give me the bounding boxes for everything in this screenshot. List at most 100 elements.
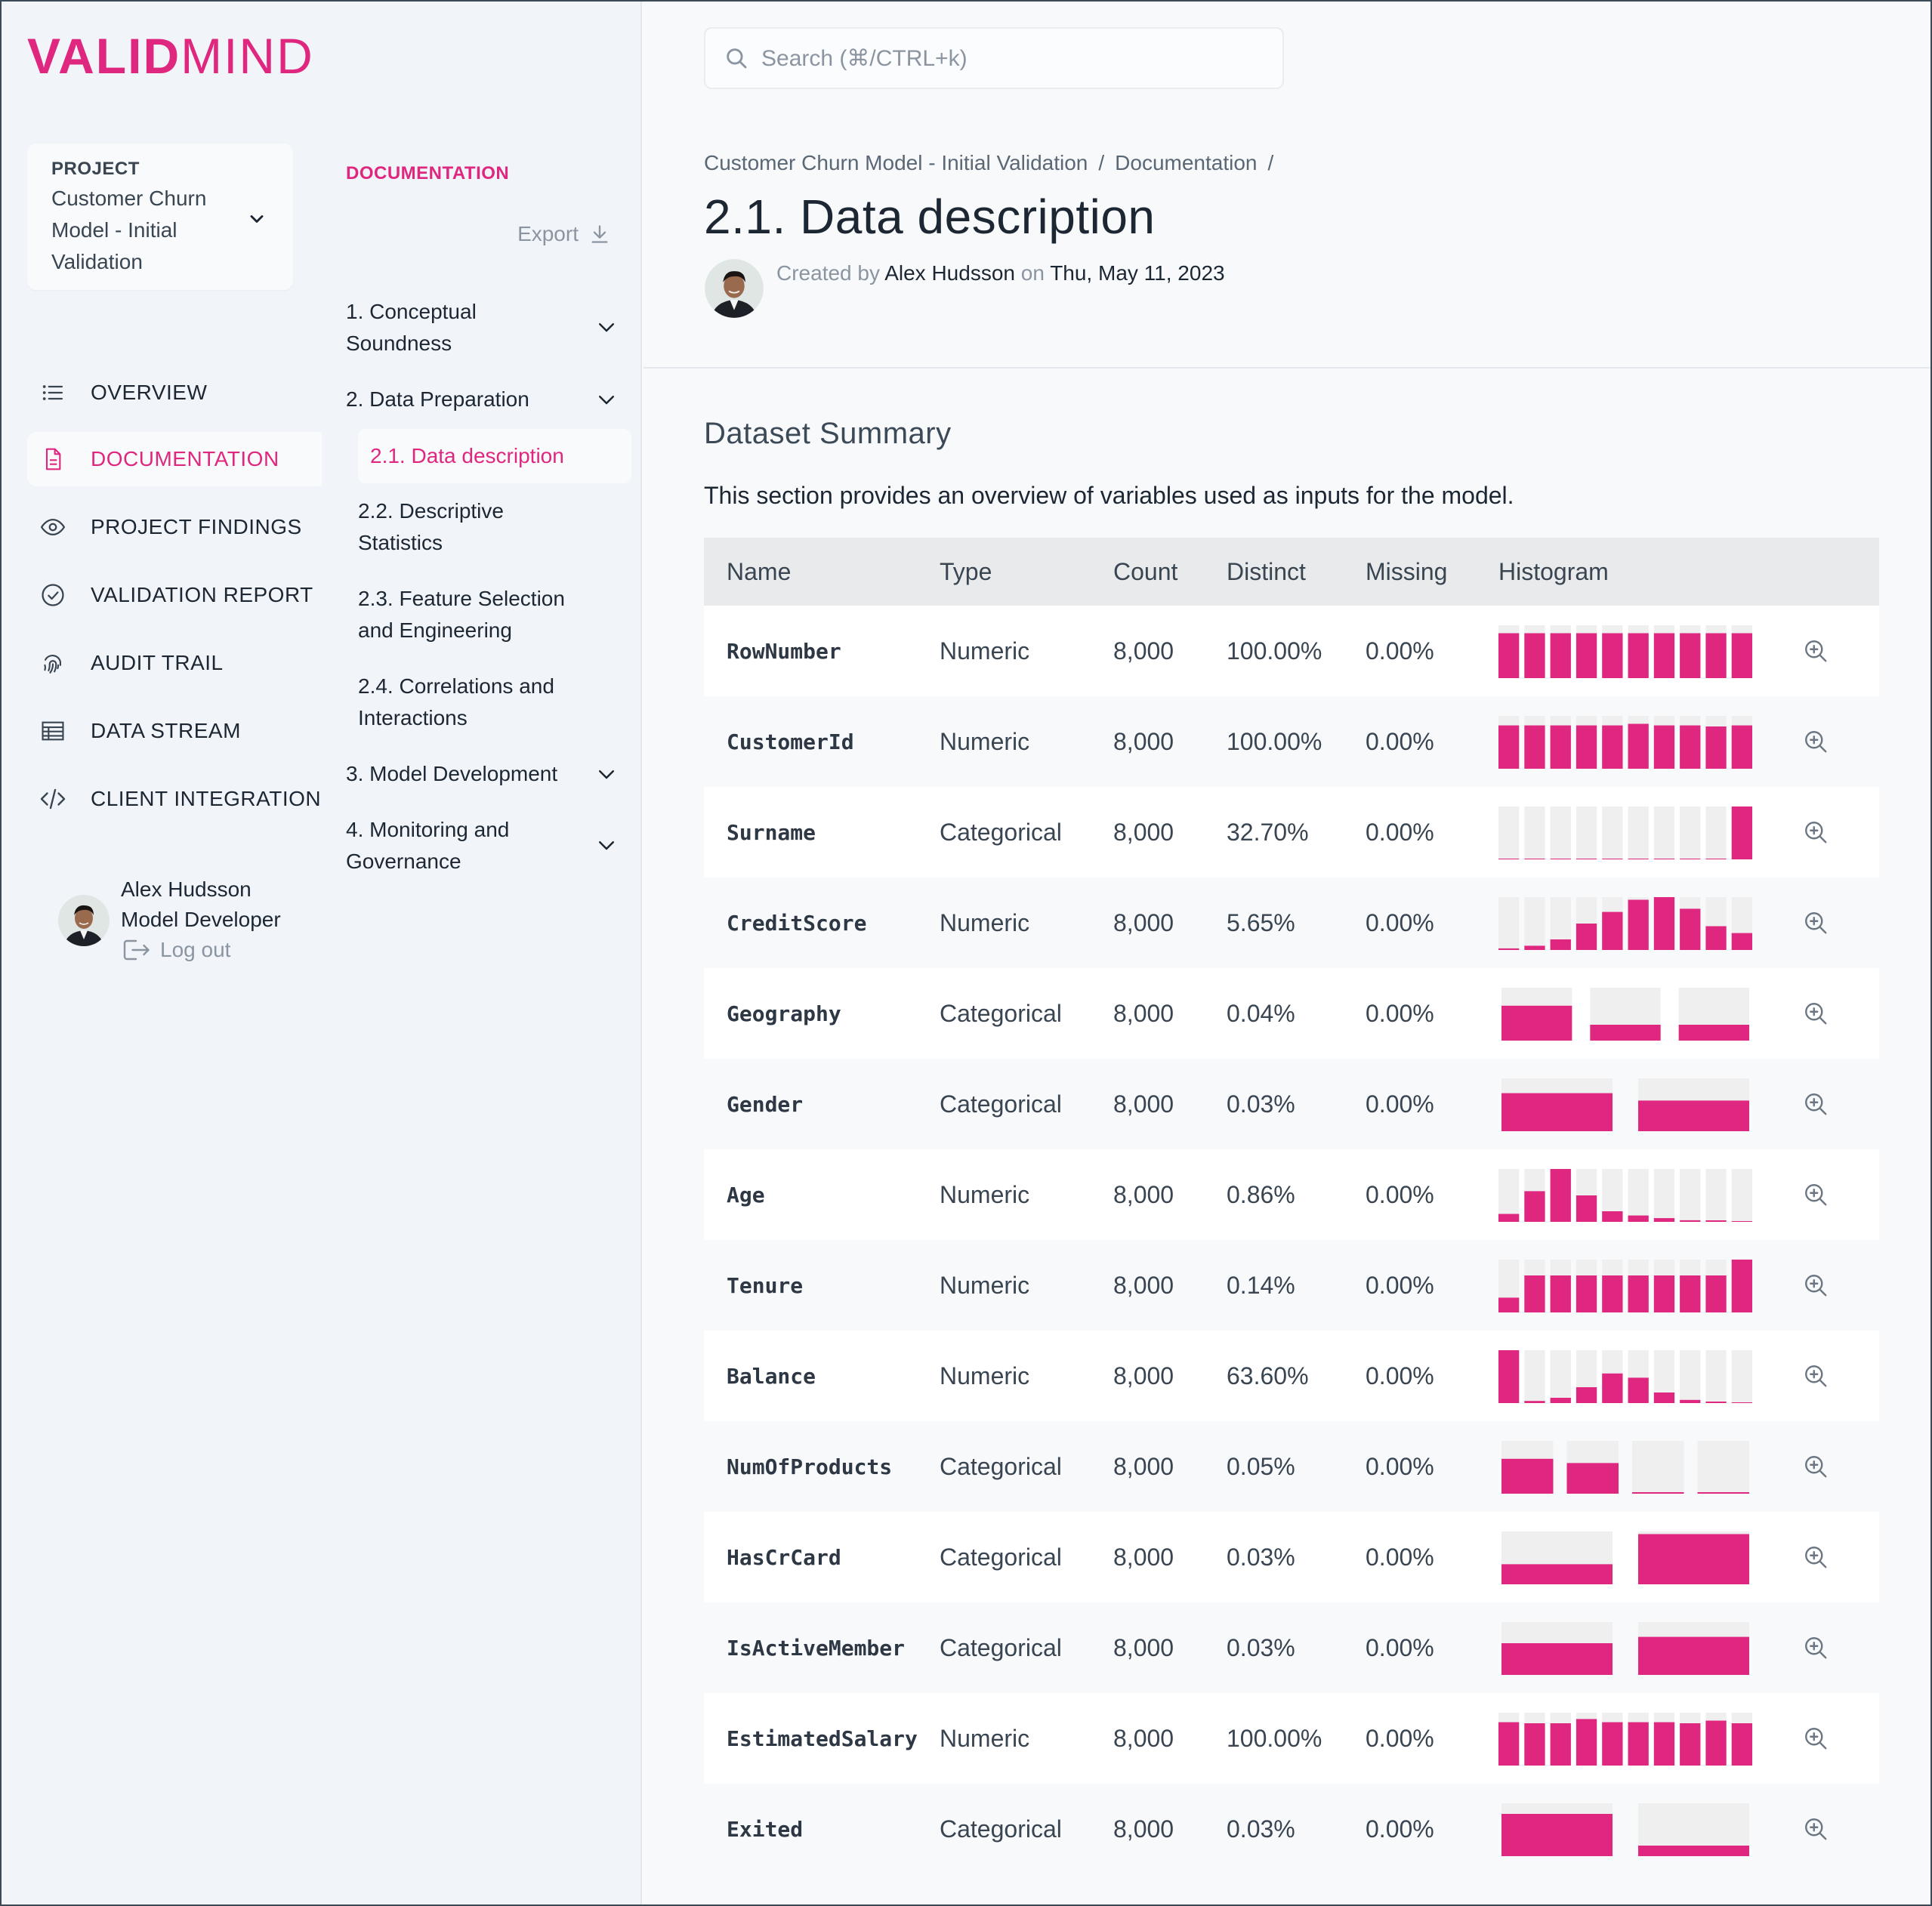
histogram-bar[interactable] xyxy=(1638,1846,1749,1856)
histogram-bar[interactable] xyxy=(1628,1275,1649,1312)
histogram-bar[interactable] xyxy=(1524,945,1545,950)
histogram-bar[interactable] xyxy=(1680,1399,1701,1403)
nav-data-stream[interactable]: DATA STREAM xyxy=(27,704,322,758)
histogram-bar[interactable] xyxy=(1705,1275,1727,1312)
histogram-bar[interactable] xyxy=(1524,1191,1545,1222)
histogram-bar[interactable] xyxy=(1550,633,1571,679)
breadcrumb-documentation[interactable]: Documentation xyxy=(1115,151,1257,174)
histogram-bar[interactable] xyxy=(1731,933,1752,950)
zoom-button[interactable] xyxy=(1785,728,1879,755)
histogram-bar[interactable] xyxy=(1524,633,1545,679)
histogram-bar[interactable] xyxy=(1501,1643,1613,1675)
histogram-bar[interactable] xyxy=(1498,725,1520,769)
histogram-bar[interactable] xyxy=(1566,1463,1619,1494)
histogram-bar[interactable] xyxy=(1632,1492,1684,1494)
histogram-bar[interactable] xyxy=(1576,633,1597,679)
histogram-bar[interactable] xyxy=(1501,1005,1572,1041)
zoom-button[interactable] xyxy=(1785,637,1879,665)
histogram-bar[interactable] xyxy=(1550,1275,1571,1312)
histogram-bar[interactable] xyxy=(1498,1722,1520,1766)
histogram-bar[interactable] xyxy=(1602,633,1623,679)
histogram-bar[interactable] xyxy=(1731,725,1752,769)
histogram-bar[interactable] xyxy=(1680,725,1701,769)
histogram-bar[interactable] xyxy=(1638,1636,1749,1675)
toc-item-model-development[interactable]: 3. Model Development xyxy=(346,758,618,790)
nav-client-integration[interactable]: CLIENT INTEGRATION xyxy=(27,772,322,826)
histogram-bar[interactable] xyxy=(1680,1275,1701,1312)
histogram-bar[interactable] xyxy=(1602,1275,1623,1312)
histogram-bar[interactable] xyxy=(1653,1722,1675,1766)
zoom-button[interactable] xyxy=(1785,1000,1879,1027)
toc-item-monitoring-governance[interactable]: 4. Monitoring and Governance xyxy=(346,814,618,877)
histogram-bar[interactable] xyxy=(1705,1220,1727,1222)
zoom-button[interactable] xyxy=(1785,1544,1879,1571)
zoom-button[interactable] xyxy=(1785,1090,1879,1118)
histogram-bar[interactable] xyxy=(1498,633,1520,679)
histogram-bar[interactable] xyxy=(1501,1564,1613,1584)
nav-validation-report[interactable]: VALIDATION REPORT xyxy=(27,568,322,622)
histogram-bar[interactable] xyxy=(1498,1350,1520,1403)
toc-item-feature-selection[interactable]: 2.3. Feature Selection and Engineering xyxy=(358,583,615,646)
toc-item-data-preparation[interactable]: 2. Data Preparation xyxy=(346,384,618,415)
histogram-bar[interactable] xyxy=(1576,1275,1597,1312)
histogram-bar[interactable] xyxy=(1524,1401,1545,1403)
histogram-bar[interactable] xyxy=(1680,1220,1701,1222)
histogram-bar[interactable] xyxy=(1550,725,1571,769)
histogram-bar[interactable] xyxy=(1731,807,1752,859)
histogram-bar[interactable] xyxy=(1705,926,1727,951)
zoom-button[interactable] xyxy=(1785,1725,1879,1752)
histogram-bar[interactable] xyxy=(1678,1025,1749,1041)
search-input[interactable]: Search (⌘/CTRL+k) xyxy=(704,27,1284,89)
histogram-bar[interactable] xyxy=(1653,633,1675,679)
project-selector[interactable]: PROJECT Customer Churn Model - Initial V… xyxy=(27,143,293,290)
zoom-button[interactable] xyxy=(1785,1362,1879,1389)
zoom-button[interactable] xyxy=(1785,1453,1879,1480)
histogram-bar[interactable] xyxy=(1680,908,1701,950)
zoom-button[interactable] xyxy=(1785,819,1879,846)
histogram-bar[interactable] xyxy=(1638,1100,1749,1131)
toc-item-conceptual-soundness[interactable]: 1. Conceptual Soundness xyxy=(346,296,618,359)
histogram-bar[interactable] xyxy=(1697,1492,1750,1494)
histogram-bar[interactable] xyxy=(1628,723,1649,769)
nav-project-findings[interactable]: PROJECT FINDINGS xyxy=(27,500,322,554)
histogram-bar[interactable] xyxy=(1731,1723,1752,1766)
chevron-down-icon[interactable] xyxy=(595,388,618,411)
histogram-bar[interactable] xyxy=(1501,1814,1613,1856)
histogram-bar[interactable] xyxy=(1680,633,1701,679)
histogram-bar[interactable] xyxy=(1653,725,1675,769)
nav-documentation[interactable]: DOCUMENTATION xyxy=(27,432,322,486)
histogram-bar[interactable] xyxy=(1628,899,1649,951)
histogram-bar[interactable] xyxy=(1653,1275,1675,1312)
histogram-bar[interactable] xyxy=(1705,726,1727,769)
histogram-bar[interactable] xyxy=(1550,1723,1571,1766)
histogram-bar[interactable] xyxy=(1602,911,1623,950)
histogram-bar[interactable] xyxy=(1550,939,1571,950)
histogram-bar[interactable] xyxy=(1576,924,1597,950)
histogram-bar[interactable] xyxy=(1653,1218,1675,1222)
histogram-bar[interactable] xyxy=(1590,1025,1661,1041)
histogram-bar[interactable] xyxy=(1653,897,1675,950)
histogram-bar[interactable] xyxy=(1628,1215,1649,1222)
histogram-bar[interactable] xyxy=(1628,1722,1649,1766)
nav-audit-trail[interactable]: AUDIT TRAIL xyxy=(27,636,322,690)
histogram-bar[interactable] xyxy=(1550,1169,1571,1222)
chevron-down-icon[interactable] xyxy=(595,763,618,785)
histogram-bar[interactable] xyxy=(1731,1402,1752,1403)
nav-overview[interactable]: OVERVIEW xyxy=(27,365,322,420)
zoom-button[interactable] xyxy=(1785,1634,1879,1661)
histogram-bar[interactable] xyxy=(1576,1719,1597,1766)
histogram-bar[interactable] xyxy=(1705,1720,1727,1766)
chevron-down-icon[interactable] xyxy=(595,316,618,338)
histogram-bar[interactable] xyxy=(1550,1398,1571,1403)
histogram-bar[interactable] xyxy=(1653,1392,1675,1403)
histogram-bar[interactable] xyxy=(1498,1297,1520,1312)
histogram-bar[interactable] xyxy=(1731,1221,1752,1222)
histogram-bar[interactable] xyxy=(1602,1722,1623,1766)
histogram-bar[interactable] xyxy=(1498,948,1520,950)
histogram-bar[interactable] xyxy=(1498,1214,1520,1223)
histogram-bar[interactable] xyxy=(1501,1093,1613,1131)
histogram-bar[interactable] xyxy=(1705,1402,1727,1403)
histogram-bar[interactable] xyxy=(1731,633,1752,679)
export-button[interactable]: Export xyxy=(517,222,610,246)
histogram-bar[interactable] xyxy=(1602,1373,1623,1403)
